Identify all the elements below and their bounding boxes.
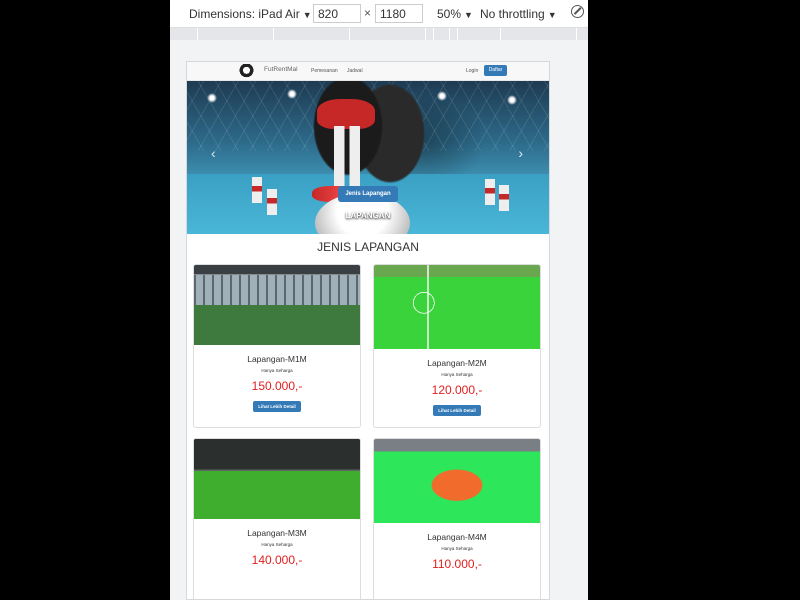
field-card: Lapangan-M1M Hanya Seharga 150.000,- Lih… bbox=[193, 264, 361, 428]
player-image bbox=[499, 185, 509, 211]
player-image bbox=[252, 177, 262, 203]
ceiling-light bbox=[507, 95, 517, 105]
logo[interactable] bbox=[238, 64, 255, 78]
card-subtitle: Hanya Seharga bbox=[441, 546, 473, 551]
chevron-down-icon: ▼ bbox=[464, 10, 473, 20]
zoom-dropdown[interactable]: 50% ▼ bbox=[437, 7, 473, 21]
card-price: 150.000,- bbox=[251, 379, 303, 393]
card-title: Lapangan-M4M bbox=[427, 532, 487, 542]
page-viewport: FutRentMal Pemesanan Jadwal Login Daftar… bbox=[186, 61, 550, 600]
player-image bbox=[485, 179, 495, 205]
carousel-indicators bbox=[357, 225, 375, 229]
section-title: JENIS LAPANGAN bbox=[317, 240, 419, 254]
card-title: Lapangan-M2M bbox=[427, 358, 487, 368]
slide-caption: LAPANGAN bbox=[345, 211, 391, 220]
field-card: Lapangan-M3M Hanya Seharga 140.000,- bbox=[193, 438, 361, 599]
rotate-icon[interactable] bbox=[571, 5, 584, 18]
nav-link-pemesanan[interactable]: Pemesanan bbox=[311, 68, 338, 74]
field-image bbox=[194, 265, 360, 345]
devtools-device-frame: Dimensions: iPad Air▼ × 50%▼ No throttli… bbox=[170, 0, 588, 600]
jenis-lapangan-button[interactable]: Jenis Lapangan bbox=[338, 186, 398, 202]
chevron-left-icon[interactable]: ‹ bbox=[211, 145, 216, 161]
chevron-right-icon[interactable]: › bbox=[518, 145, 523, 161]
ceiling-light bbox=[207, 93, 217, 103]
login-link[interactable]: Login bbox=[466, 68, 478, 74]
times-symbol: × bbox=[364, 6, 372, 20]
card-price: 110.000,- bbox=[432, 557, 482, 571]
card-price: 140.000,- bbox=[251, 553, 303, 567]
device-dropdown[interactable]: Dimensions: iPad Air ▼ bbox=[189, 7, 312, 21]
navbar: FutRentMal Pemesanan Jadwal Login Daftar bbox=[187, 62, 549, 81]
chevron-down-icon: ▼ bbox=[302, 10, 312, 20]
chevron-down-icon: ▼ bbox=[547, 10, 557, 20]
card-title: Lapangan-M1M bbox=[247, 354, 307, 364]
ceiling-light bbox=[437, 91, 447, 101]
nav-link-jadwal[interactable]: Jadwal bbox=[347, 68, 363, 74]
card-price: 120.000,- bbox=[431, 383, 483, 397]
detail-button[interactable]: Lihat Lebih Detail bbox=[433, 405, 481, 416]
card-subtitle: Hanya Seharga bbox=[441, 372, 473, 377]
field-image bbox=[374, 265, 540, 349]
field-card: Lapangan-M2M Hanya Seharga 120.000,- Lih… bbox=[373, 264, 541, 428]
brand-link[interactable]: FutRentMal bbox=[264, 66, 298, 73]
field-image bbox=[374, 439, 540, 523]
width-input[interactable] bbox=[313, 4, 361, 23]
devtools-toolbar: Dimensions: iPad Air▼ × 50%▼ No throttli… bbox=[170, 0, 588, 28]
card-subtitle: Hanya Seharga bbox=[261, 368, 293, 373]
throttle-dropdown[interactable]: No throttling ▼ bbox=[480, 7, 557, 21]
carousel-indicator[interactable] bbox=[371, 225, 375, 229]
height-input[interactable] bbox=[375, 4, 423, 23]
card-subtitle: Hanya Seharga bbox=[261, 542, 293, 547]
player-image bbox=[317, 99, 375, 129]
carousel-indicator[interactable] bbox=[357, 225, 361, 229]
field-card: Lapangan-M4M Hanya Seharga 110.000,- bbox=[373, 438, 541, 599]
hero-carousel: ‹ › Jenis Lapangan LAPANGAN bbox=[187, 81, 549, 234]
detail-button[interactable]: Lihat Lebih Detail bbox=[253, 401, 301, 412]
carousel-indicator[interactable] bbox=[364, 225, 368, 229]
media-query-ruler bbox=[170, 28, 588, 40]
field-image bbox=[194, 439, 360, 519]
card-title: Lapangan-M3M bbox=[247, 528, 307, 538]
daftar-button[interactable]: Daftar bbox=[484, 65, 507, 76]
